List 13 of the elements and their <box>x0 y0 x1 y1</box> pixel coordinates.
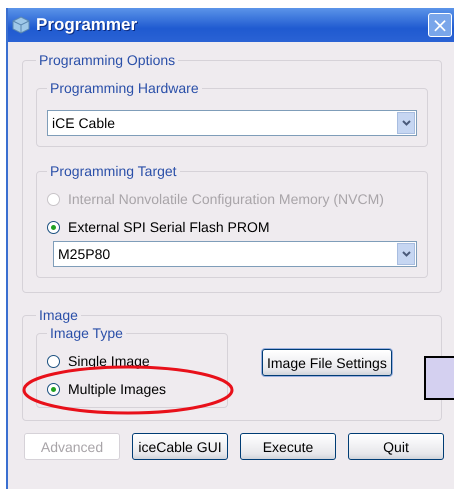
group-title: Programming Options <box>38 52 176 68</box>
group-title: Programming Hardware <box>49 80 200 96</box>
device-dropdown[interactable]: M25P80 <box>53 241 417 267</box>
dialog-button[interactable]: iceCable GUI <box>132 433 228 460</box>
group-title: Image <box>38 307 79 323</box>
dialog-button[interactable]: Quit <box>348 433 444 460</box>
window-title: Programmer <box>36 15 138 35</box>
dialog-button[interactable]: Execute <box>240 433 336 460</box>
hardware-dropdown[interactable]: iCE Cable <box>47 110 417 136</box>
image-file-settings-button[interactable]: Image File Settings <box>262 349 392 376</box>
group-title: Programming Target <box>49 163 178 179</box>
radio-option[interactable]: External SPI Serial Flash PROM <box>47 213 417 241</box>
group-title: Image Type <box>49 325 124 341</box>
